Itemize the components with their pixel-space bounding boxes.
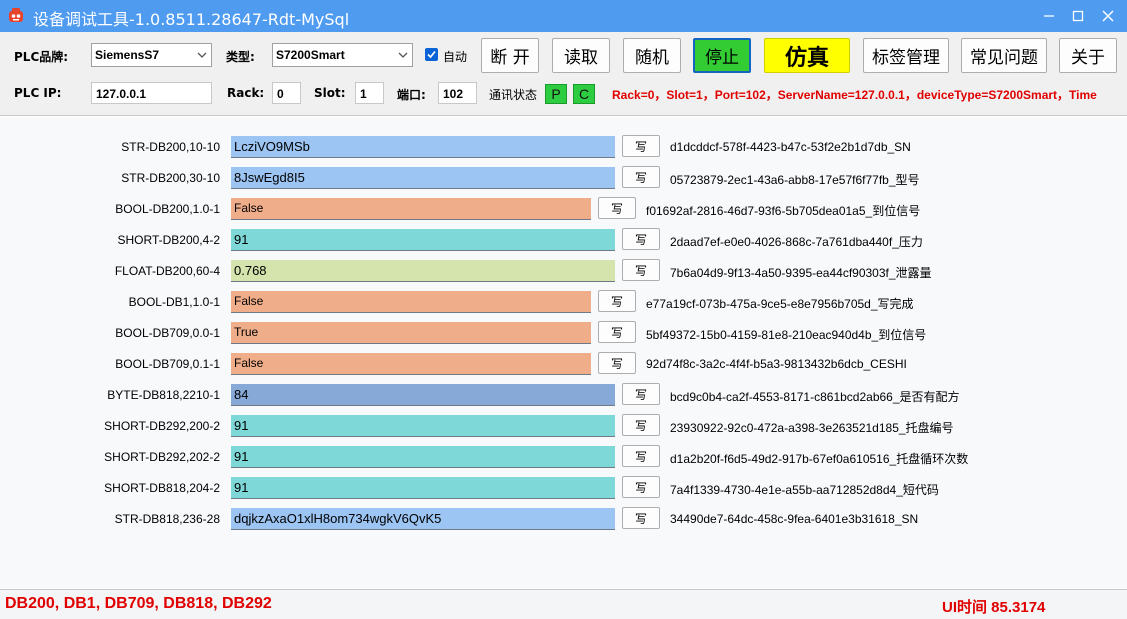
write-button[interactable]: 写: [598, 290, 636, 312]
tag-value-field[interactable]: 91: [231, 415, 615, 437]
tag-value-field[interactable]: True: [231, 322, 591, 344]
write-button[interactable]: 写: [622, 259, 660, 281]
tag-value-field[interactable]: 91: [231, 446, 615, 468]
tag-description: d1a2b20f-f6d5-49d2-917b-67ef0a610516_托盘循…: [670, 452, 969, 466]
connection-info: Rack=0，Slot=1，Port=102，ServerName=127.0.…: [612, 88, 1097, 102]
tag-address-label: STR-DB818,236-28: [114, 512, 220, 526]
tag-address-label: SHORT-DB818,204-2: [104, 481, 220, 495]
status-bar: DB200, DB1, DB709, DB818, DB292 UI时间 85.…: [0, 589, 1127, 619]
tag-value-field[interactable]: 91: [231, 229, 615, 251]
write-button[interactable]: 写: [622, 166, 660, 188]
db-list-text: DB200, DB1, DB709, DB818, DB292: [5, 595, 272, 612]
app-robot-icon: [9, 8, 23, 22]
random-button[interactable]: 随机: [623, 38, 681, 73]
tag-description: 23930922-92c0-472a-a398-3e263521d185_托盘编…: [670, 421, 954, 435]
write-button[interactable]: 写: [622, 476, 660, 498]
rack-input[interactable]: 0: [272, 82, 301, 104]
auto-checkbox[interactable]: [425, 48, 438, 61]
tag-value-field[interactable]: LcziVO9MSb: [231, 136, 615, 158]
tag-address-label: BYTE-DB818,2210-1: [107, 388, 220, 402]
ip-input[interactable]: 127.0.0.1: [91, 82, 212, 104]
tag-address-label: STR-DB200,30-10: [121, 171, 220, 185]
type-select-value: S7200Smart: [276, 48, 345, 62]
tag-description: 7a4f1339-4730-4e1e-a55b-aa712852d8d4_短代码: [670, 483, 939, 497]
tag-value-field[interactable]: False: [231, 198, 591, 220]
tag-description: 5bf49372-15b0-4159-81e8-210eac940d4b_到位信…: [646, 328, 927, 342]
tag-address-label: SHORT-DB200,4-2: [117, 233, 221, 247]
brand-label: PLC品牌:: [14, 50, 69, 64]
status-c-indicator: C: [573, 84, 595, 104]
tag-value-field[interactable]: 0.768: [231, 260, 615, 282]
tag-address-label: BOOL-DB1,1.0-1: [128, 295, 220, 309]
port-label: 端口:: [397, 88, 426, 102]
tag-description: 05723879-2ec1-43a6-abb8-17e57f6f77fb_型号: [670, 173, 920, 187]
chevron-down-icon: [197, 52, 207, 58]
window-title: 设备调试工具-1.0.8511.28647-Rdt-MySql: [33, 10, 350, 29]
tag-address-label: FLOAT-DB200,60-4: [114, 264, 220, 278]
maximize-icon: [1072, 10, 1084, 22]
brand-select[interactable]: SiemensS7: [91, 43, 212, 67]
title-bar: 设备调试工具-1.0.8511.28647-Rdt-MySql: [0, 0, 1127, 32]
tag-description: f01692af-2816-46d7-93f6-5b705dea01a5_到位信…: [646, 204, 921, 218]
tag-list: STR-DB200,10-10 LcziVO9MSb 写 d1dcddcf-578f-…: [0, 117, 1127, 588]
tag-description: e77a19cf-073b-475a-9ce5-e8e7956b705d_写完成: [646, 297, 914, 311]
write-button[interactable]: 写: [622, 445, 660, 467]
comm-status-label: 通讯状态: [489, 88, 538, 102]
write-button[interactable]: 写: [598, 321, 636, 343]
port-input[interactable]: 102: [438, 82, 477, 104]
tag-description: d1dcddcf-578f-4423-b47c-53f2e2b1d7db_SN: [670, 140, 911, 154]
tag-description: bcd9c0b4-ca2f-4553-8171-c861bcd2ab66_是否有…: [670, 390, 960, 404]
close-button[interactable]: [1094, 4, 1122, 28]
stop-button[interactable]: 停止: [693, 38, 751, 73]
checkmark-icon: [427, 50, 436, 59]
read-button[interactable]: 读取: [552, 38, 610, 73]
write-button[interactable]: 写: [598, 352, 636, 374]
toolbar: PLC品牌: SiemensS7 类型: S7200Smart 自动 断 开 读…: [0, 32, 1127, 116]
tag-description: 92d74f8c-3a2c-4f4f-b5a3-9813432b6dcb_CES…: [646, 357, 907, 371]
tag-address-label: BOOL-DB200,1.0-1: [115, 202, 220, 216]
write-button[interactable]: 写: [622, 228, 660, 250]
close-icon: [1102, 10, 1114, 22]
tag-address-label: STR-DB200,10-10: [121, 140, 220, 154]
write-button[interactable]: 写: [598, 197, 636, 219]
minimize-button[interactable]: [1035, 4, 1063, 28]
tag-address-label: BOOL-DB709,0.1-1: [115, 357, 220, 371]
type-label: 类型:: [226, 50, 255, 64]
tag-address-label: SHORT-DB292,200-2: [104, 419, 220, 433]
write-button[interactable]: 写: [622, 507, 660, 529]
slot-label: Slot:: [314, 86, 346, 100]
write-button[interactable]: 写: [622, 383, 660, 405]
tag-value-field[interactable]: dqjkzAxaO1xlH8om734wgkV6QvK5: [231, 508, 615, 530]
ui-time-text: UI时间 85.3174: [942, 599, 1046, 616]
disconnect-button[interactable]: 断 开: [481, 38, 539, 73]
simulate-button[interactable]: 仿真: [764, 38, 850, 73]
chevron-down-icon: [398, 52, 408, 58]
slot-input[interactable]: 1: [355, 82, 384, 104]
tag-description: 34490de7-64dc-458c-9fea-6401e3b31618_SN: [670, 512, 919, 526]
tag-address-label: SHORT-DB292,202-2: [104, 450, 220, 464]
write-button[interactable]: 写: [622, 414, 660, 436]
minimize-icon: [1044, 15, 1054, 17]
tag-value-field[interactable]: 84: [231, 384, 615, 406]
tag-description: 7b6a04d9-9f13-4a50-9395-ea44cf90303f_泄露量: [670, 266, 932, 280]
auto-label: 自动: [443, 50, 468, 64]
about-button[interactable]: 关于: [1059, 38, 1117, 73]
tag-value-field[interactable]: 8JswEgd8I5: [231, 167, 615, 189]
rack-label: Rack:: [227, 86, 265, 100]
tag-value-field[interactable]: False: [231, 291, 591, 313]
ip-label: PLC IP:: [14, 86, 62, 100]
write-button[interactable]: 写: [622, 135, 660, 157]
tag-value-field[interactable]: False: [231, 353, 591, 375]
tag-management-button[interactable]: 标签管理: [863, 38, 949, 73]
tag-value-field[interactable]: 91: [231, 477, 615, 499]
maximize-button[interactable]: [1064, 4, 1092, 28]
faq-button[interactable]: 常见问题: [961, 38, 1047, 73]
status-p-indicator: P: [545, 84, 567, 104]
tag-description: 2daad7ef-e0e0-4026-868c-7a761dba440f_压力: [670, 235, 923, 249]
type-select[interactable]: S7200Smart: [272, 43, 413, 67]
tag-address-label: BOOL-DB709,0.0-1: [115, 326, 220, 340]
brand-select-value: SiemensS7: [95, 48, 160, 62]
